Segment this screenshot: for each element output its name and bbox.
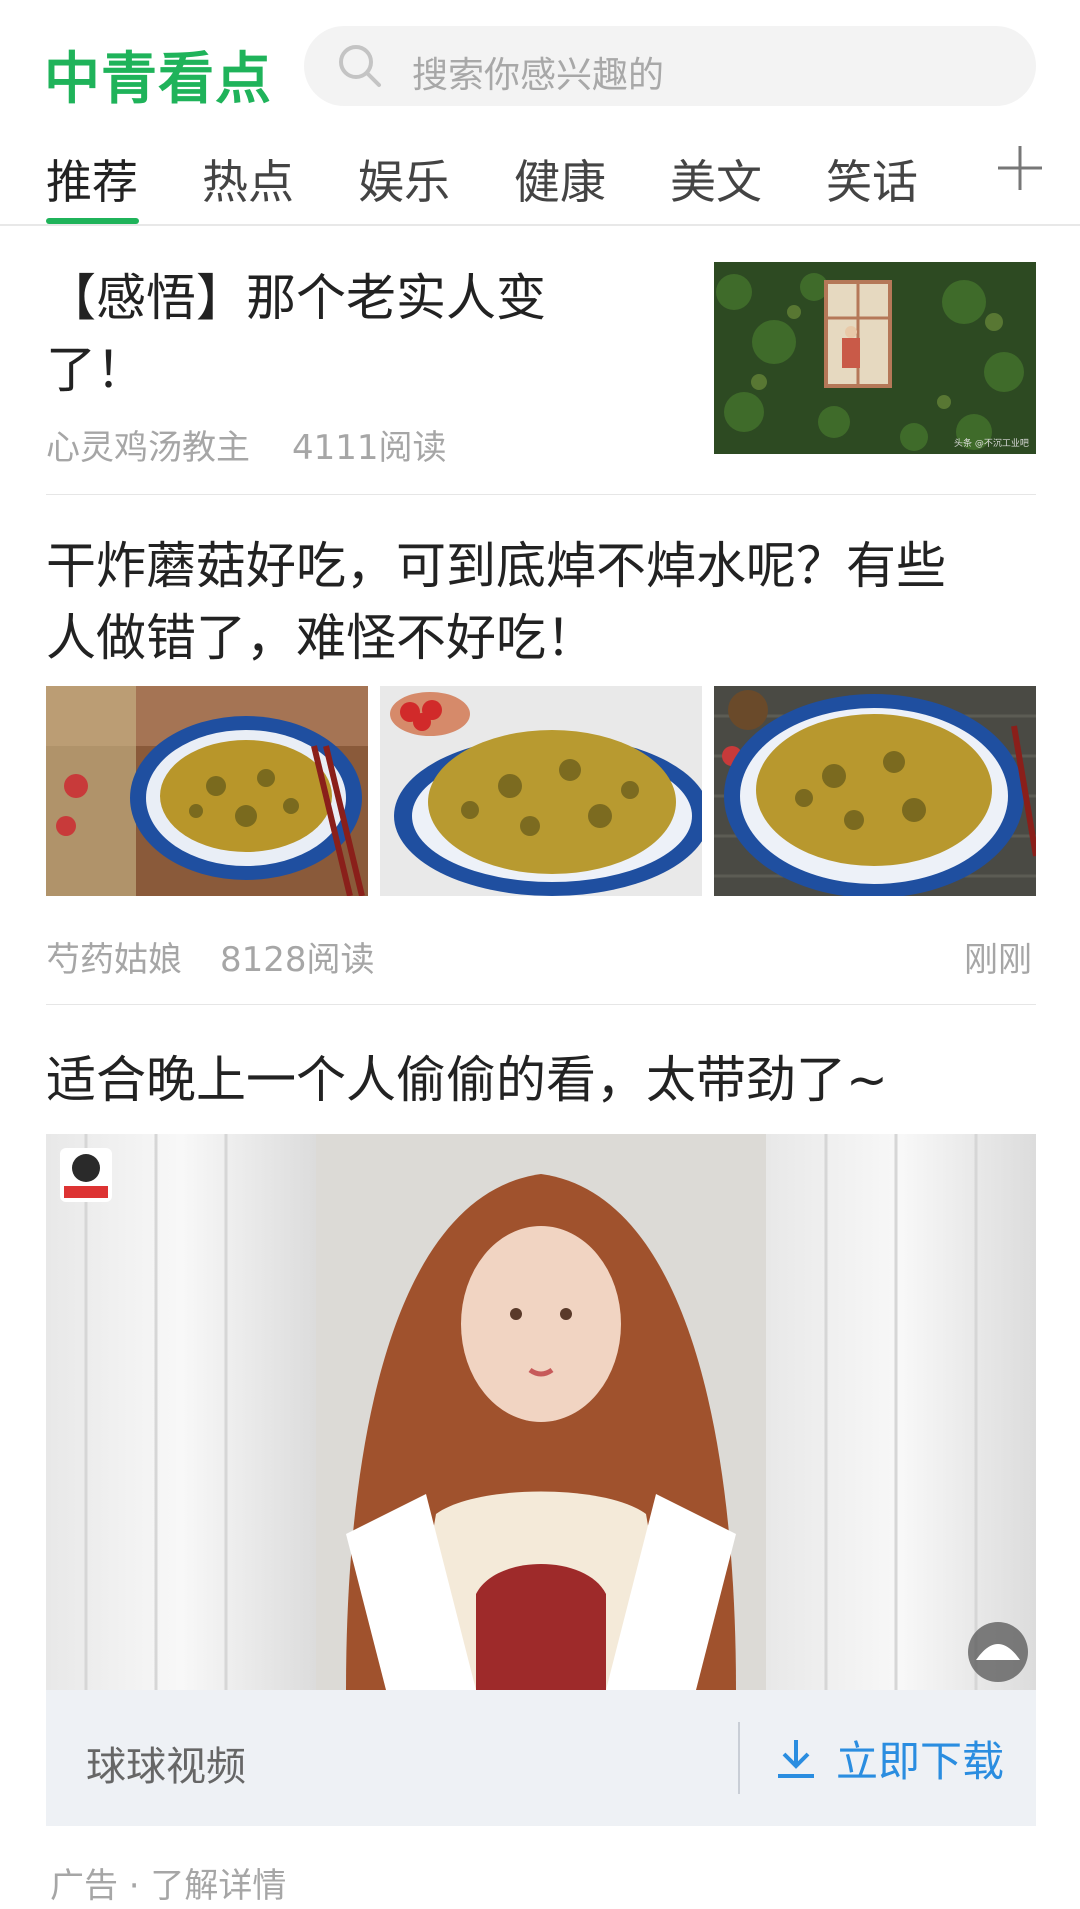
ad-image: [46, 1134, 1036, 1690]
tab-recommend[interactable]: 推荐: [46, 146, 138, 212]
download-button[interactable]: 立即下载: [774, 1720, 1004, 1796]
tab-entertainment[interactable]: 娱乐: [358, 146, 450, 212]
article-title-line: 了！: [46, 341, 146, 399]
article-thumbnail: 头条 @不沉工业吧: [714, 262, 1036, 454]
plus-icon[interactable]: [996, 144, 1044, 192]
app-header: 中青看点 搜索你感兴趣的: [0, 0, 1080, 134]
ad-app-name: 球球视频: [86, 1744, 246, 1790]
article-thumbnail: [46, 686, 368, 896]
article-author: 芍药姑娘: [46, 940, 182, 980]
tab-essays[interactable]: 美文: [670, 146, 762, 212]
search-icon: [339, 45, 381, 87]
tab-hot[interactable]: 热点: [202, 146, 294, 212]
article-title-line: 人做错了，难怪不好吃！: [46, 609, 596, 667]
download-icon: [778, 1740, 814, 1778]
divider: [738, 1722, 740, 1794]
article-title-line: 干炸蘑菇好吃，可到底焯不焯水呢？有些: [46, 537, 946, 595]
article-time: 刚刚: [964, 940, 1032, 980]
search-bar[interactable]: 搜索你感兴趣的: [304, 26, 1036, 106]
thumbnail-watermark: 头条 @不沉工业吧: [954, 437, 1029, 449]
ad-footer-link[interactable]: 广告 · 了解详情: [50, 1858, 286, 1907]
avatar: [60, 1148, 112, 1202]
ad-title: 适合晚上一个人偷偷的看，太带劲了~: [46, 1051, 888, 1109]
article-author: 心灵鸡汤教主: [46, 428, 250, 468]
ad-cta-bar: 球球视频 立即下载: [46, 1690, 1036, 1826]
active-tab-indicator: [46, 218, 139, 224]
hedgehog-icon[interactable]: [968, 1622, 1028, 1682]
download-label: 立即下载: [836, 1736, 1005, 1786]
app-logo[interactable]: 中青看点: [44, 34, 272, 115]
tab-jokes[interactable]: 笑话: [826, 146, 918, 212]
divider: [46, 1004, 1036, 1005]
article-reads: 4111阅读: [292, 428, 447, 468]
article-title-line: 【感悟】那个老实人变: [46, 269, 546, 327]
category-tabs: 推荐 热点 娱乐 健康 美文 笑话: [0, 134, 1080, 226]
search-placeholder: 搜索你感兴趣的: [412, 55, 665, 96]
article-reads: 8128阅读: [220, 940, 375, 980]
divider: [46, 494, 1036, 495]
article-thumbnail: [714, 686, 1036, 896]
tab-health[interactable]: 健康: [514, 146, 606, 212]
article-thumbnail: [380, 686, 702, 896]
